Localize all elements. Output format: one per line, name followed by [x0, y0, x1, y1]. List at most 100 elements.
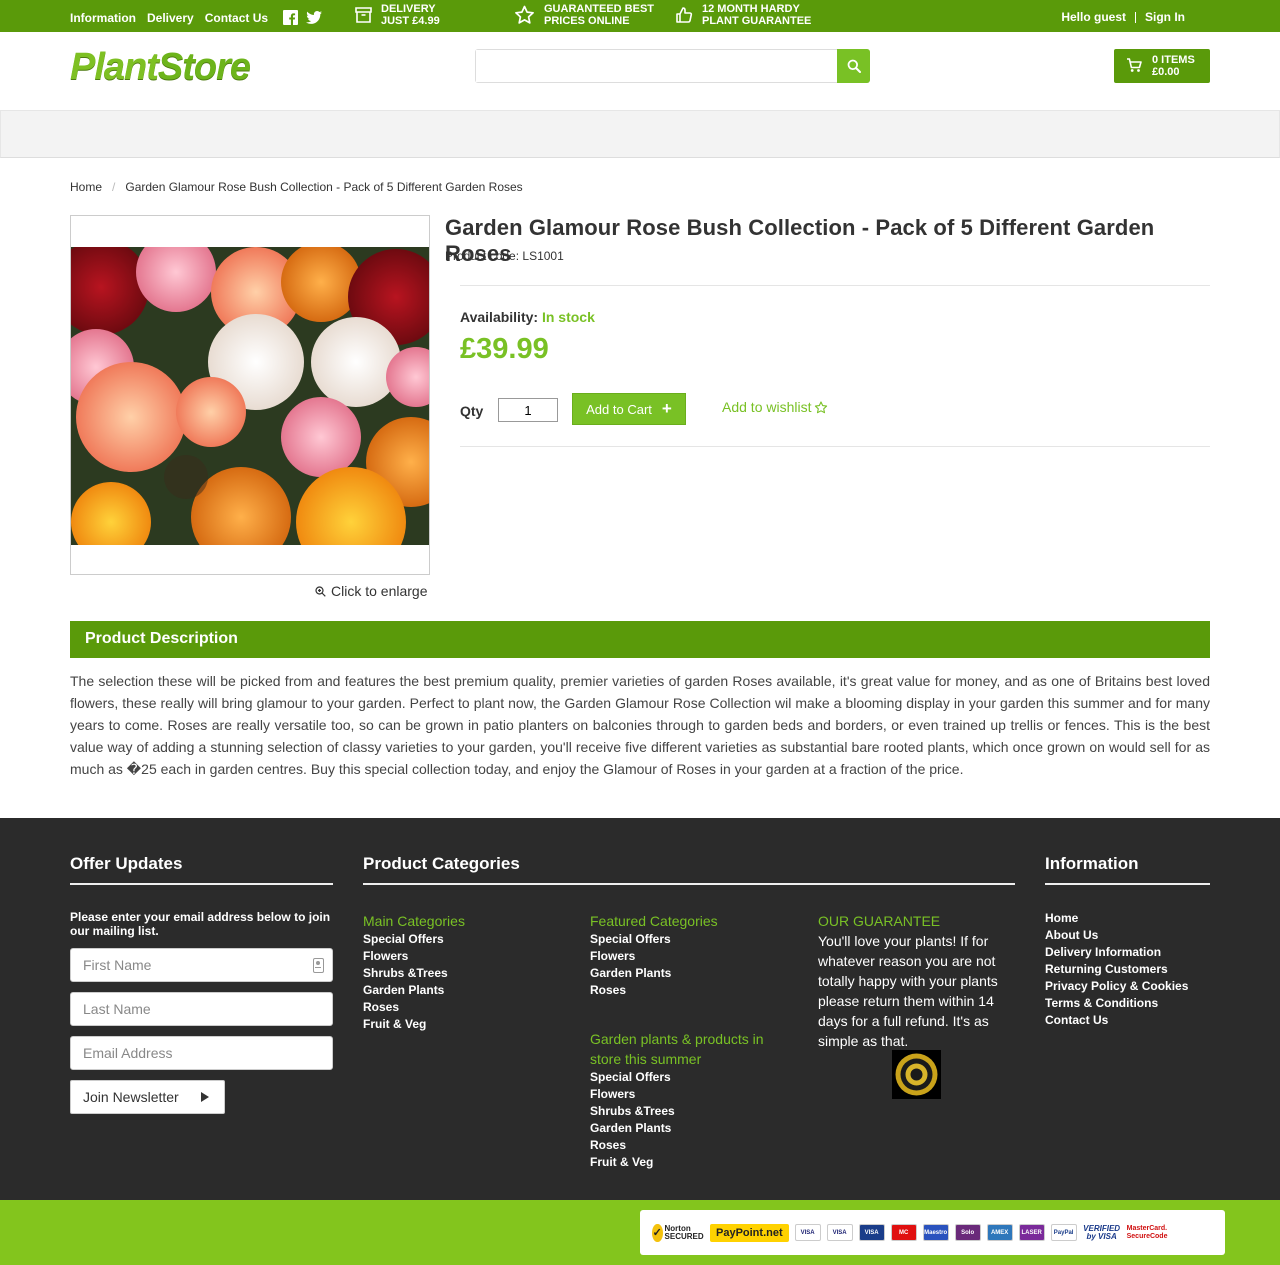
- information-heading: Information: [1045, 854, 1210, 885]
- main-category-link[interactable]: Shrubs &Trees: [363, 965, 465, 982]
- star-outline-icon: [815, 400, 828, 413]
- featured-category-link[interactable]: Roses: [590, 982, 718, 999]
- wishlist-label: Add to wishlist: [722, 399, 812, 415]
- play-arrow-icon: [200, 1092, 209, 1102]
- info-link-about[interactable]: About Us: [1045, 927, 1188, 944]
- summer-category-link[interactable]: Fruit & Veg: [590, 1154, 780, 1171]
- norton-secured-badge: ✓ Norton SECURED: [652, 1218, 704, 1248]
- mastercard-icon: MC: [890, 1224, 917, 1241]
- summer-categories-heading: Garden plants & products in store this s…: [590, 1031, 764, 1067]
- star-icon: [515, 5, 534, 24]
- logo-part2: Store: [157, 46, 251, 88]
- summer-categories: Garden plants & products in store this s…: [590, 1029, 780, 1171]
- product-code-label: Product code:: [445, 249, 520, 263]
- contact-card-icon: [313, 958, 324, 973]
- summer-category-link[interactable]: Shrubs &Trees: [590, 1103, 780, 1120]
- first-name-field-wrap: [70, 948, 333, 982]
- main-category-link[interactable]: Fruit & Veg: [363, 1016, 465, 1033]
- product-image[interactable]: [71, 247, 429, 545]
- topbar-link-information[interactable]: Information: [70, 11, 136, 25]
- description-text: The selection these will be picked from …: [70, 673, 1210, 777]
- divider: [460, 446, 1210, 447]
- join-newsletter-button[interactable]: Join Newsletter: [70, 1080, 225, 1114]
- usp-best-prices-line1: GUARANTEED BEST: [544, 3, 655, 15]
- solo-card-icon: Solo: [954, 1224, 981, 1241]
- product-section: Click to enlarge Garden Glamour Rose Bus…: [70, 215, 1210, 621]
- payment-logos: ✓ Norton SECURED PayPoint.net VISA VISA V…: [640, 1210, 1225, 1255]
- bottom-bar: ✓ Norton SECURED PayPoint.net VISA VISA V…: [0, 1200, 1280, 1265]
- email-field[interactable]: [71, 1037, 291, 1069]
- usp-delivery-line2: JUST £4.99: [381, 15, 440, 27]
- newsletter-intro: Please enter your email address below to…: [70, 910, 331, 938]
- featured-category-link[interactable]: Garden Plants: [590, 965, 718, 982]
- availability: Availability: In stock: [460, 309, 595, 325]
- guarantee-text: You'll love your plants! If for whatever…: [818, 933, 998, 1049]
- featured-category-link[interactable]: Special Offers: [590, 931, 718, 948]
- topbar-link-delivery[interactable]: Delivery: [147, 11, 194, 25]
- summer-category-link[interactable]: Flowers: [590, 1086, 780, 1103]
- info-link-contact[interactable]: Contact Us: [1045, 1012, 1188, 1029]
- breadcrumb: Home / Garden Glamour Rose Bush Collecti…: [70, 158, 1210, 215]
- usp-delivery: DELIVERY JUST £4.99: [355, 3, 440, 27]
- featured-categories: Featured Categories Special Offers Flowe…: [590, 911, 718, 999]
- main-category-link[interactable]: Roses: [363, 999, 465, 1016]
- featured-categories-heading: Featured Categories: [590, 913, 718, 929]
- add-to-cart-button[interactable]: Add to Cart +: [572, 393, 686, 425]
- email-field-wrap: [70, 1036, 333, 1070]
- visa-electron-card-icon: VISA: [858, 1224, 885, 1241]
- sign-in-link[interactable]: Sign In: [1145, 10, 1185, 24]
- thumbs-up-icon: [676, 7, 693, 23]
- add-to-wishlist[interactable]: Add to wishlist: [722, 399, 828, 415]
- main-categories: Main Categories Special Offers Flowers S…: [363, 911, 465, 1033]
- summer-category-link[interactable]: Special Offers: [590, 1069, 780, 1086]
- main-categories-heading: Main Categories: [363, 913, 465, 929]
- guarantee-block: OUR GUARANTEE You'll love your plants! I…: [818, 911, 1008, 1051]
- info-link-terms[interactable]: Terms & Conditions: [1045, 995, 1188, 1012]
- summer-category-link[interactable]: Roses: [590, 1137, 780, 1154]
- product-code: Product code: LS1001: [445, 249, 564, 263]
- main-category-link[interactable]: Flowers: [363, 948, 465, 965]
- divider: [460, 285, 1210, 286]
- usp-best-prices-line2: PRICES ONLINE: [544, 15, 630, 27]
- search-button[interactable]: [837, 49, 870, 83]
- topbar-link-contact[interactable]: Contact Us: [205, 11, 268, 25]
- availability-status: In stock: [541, 309, 595, 325]
- search-input[interactable]: [476, 50, 836, 82]
- usp-plant-guarantee: 12 MONTH HARDY PLANT GUARANTEE: [675, 3, 811, 27]
- logo[interactable]: PlantStore: [70, 46, 251, 88]
- product-price: £39.99: [460, 333, 549, 365]
- visa-debit-card-icon: VISA: [826, 1224, 853, 1241]
- last-name-field[interactable]: [71, 993, 291, 1025]
- facebook-icon[interactable]: [283, 10, 299, 25]
- featured-category-link[interactable]: Flowers: [590, 948, 718, 965]
- logo-part1: Plant: [70, 46, 159, 88]
- info-link-privacy[interactable]: Privacy Policy & Cookies: [1045, 978, 1188, 995]
- qty-input[interactable]: [498, 398, 558, 422]
- divider: [1135, 11, 1136, 23]
- product-categories-heading: Product Categories: [363, 854, 1015, 885]
- paypoint-logo: PayPoint.net: [710, 1223, 789, 1242]
- info-link-delivery[interactable]: Delivery Information: [1045, 944, 1188, 961]
- laser-card-icon: LASER: [1018, 1224, 1045, 1241]
- main-category-link[interactable]: Special Offers: [363, 931, 465, 948]
- amex-card-icon: AMEX: [986, 1224, 1013, 1241]
- cart-button[interactable]: 0 ITEMS £0.00: [1114, 49, 1210, 83]
- click-to-enlarge-label: Click to enlarge: [331, 583, 428, 599]
- click-to-enlarge[interactable]: Click to enlarge: [315, 583, 428, 599]
- cart-items: 0 ITEMS: [1152, 54, 1195, 66]
- search-icon: [847, 59, 861, 73]
- info-link-home[interactable]: Home: [1045, 910, 1188, 927]
- usp-best-prices: GUARANTEED BEST PRICES ONLINE: [514, 3, 654, 27]
- twitter-icon[interactable]: [306, 11, 323, 24]
- summer-category-link[interactable]: Garden Plants: [590, 1120, 780, 1137]
- product-image-frame[interactable]: [70, 215, 430, 575]
- box-icon: [355, 7, 372, 23]
- product-code-value: LS1001: [522, 249, 564, 263]
- check-icon: ✓: [652, 1223, 663, 1242]
- top-bar: Information Delivery Contact Us DELIVERY…: [0, 0, 1280, 32]
- first-name-field[interactable]: [71, 949, 291, 981]
- main-category-link[interactable]: Garden Plants: [363, 982, 465, 999]
- info-link-returning[interactable]: Returning Customers: [1045, 961, 1188, 978]
- join-newsletter-label: Join Newsletter: [83, 1089, 179, 1105]
- breadcrumb-home[interactable]: Home: [70, 180, 102, 215]
